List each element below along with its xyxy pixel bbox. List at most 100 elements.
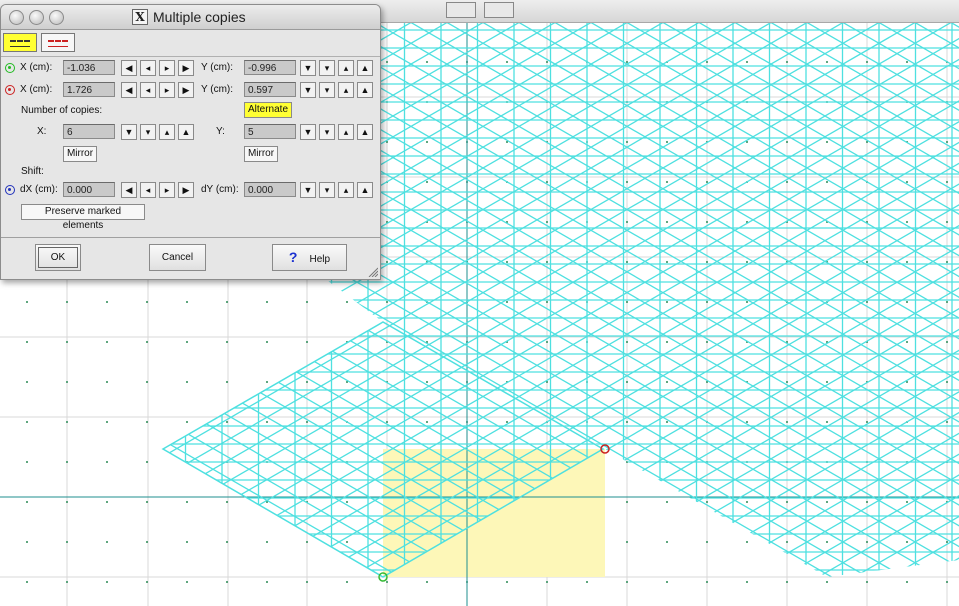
grid-dot [106,501,108,503]
p2-y-upbig-button[interactable]: ▲ [357,82,373,98]
grid-dot [866,541,868,543]
grid-dot [106,461,108,463]
mirror-y-toggle[interactable]: Mirror [244,146,278,162]
p1-x-field[interactable]: -1.036 [63,60,115,75]
p2-x-first-button[interactable]: ◀ [121,82,137,98]
p2-y-downbig-button[interactable]: ▼ [300,82,316,98]
dx-next-button[interactable]: ▸ [159,182,175,198]
grid-dot [386,581,388,583]
p1-x-first-button[interactable]: ◀ [121,60,137,76]
copies-y-down-button[interactable]: ▾ [319,124,335,140]
toolbar-button[interactable] [484,2,514,18]
grid-dot [186,421,188,423]
copies-x-down-button[interactable]: ▾ [140,124,156,140]
grid-dot [346,541,348,543]
dy-downbig-button[interactable]: ▼ [300,182,316,198]
pattern-line [660,0,959,606]
p1-y-up-button[interactable]: ▴ [338,60,354,76]
grid-dot [226,341,228,343]
copies-x-up-button[interactable]: ▴ [159,124,175,140]
grid-dot [506,261,508,263]
dy-down-button[interactable]: ▾ [319,182,335,198]
ok-button[interactable]: OK [35,244,81,271]
mode-copy-button[interactable] [3,33,37,52]
p2-y-down-button[interactable]: ▾ [319,82,335,98]
grid-dot [946,581,948,583]
p1-x-prev-button[interactable]: ◂ [140,60,156,76]
grid-dot [226,541,228,543]
dx-first-button[interactable]: ◀ [121,182,137,198]
copies-y-downbig-button[interactable]: ▼ [300,124,316,140]
grid-dot [746,541,748,543]
grid-dot [826,421,828,423]
dx-field[interactable]: 0.000 [63,182,115,197]
grid-dot [946,221,948,223]
grid-dot [506,301,508,303]
p2-x-prev-button[interactable]: ◂ [140,82,156,98]
grid-dot [746,261,748,263]
p1-y-upbig-button[interactable]: ▲ [357,60,373,76]
zoom-window-button[interactable] [49,10,64,25]
grid-dot [66,581,68,583]
grid-dot [66,301,68,303]
grid-dot [66,381,68,383]
dx-prev-button[interactable]: ◂ [140,182,156,198]
grid-dot [226,421,228,423]
grid-dot [146,381,148,383]
p2-x-last-button[interactable]: ▶ [178,82,194,98]
mode-copy-alt-button[interactable] [41,33,75,52]
p2-y-field[interactable]: 0.597 [244,82,296,97]
grid-dot [26,541,28,543]
grid-dot [626,301,628,303]
p1-y-field[interactable]: -0.996 [244,60,296,75]
toolbar-button[interactable] [446,2,476,18]
grid-dot [626,421,628,423]
close-window-button[interactable] [9,10,24,25]
dy-upbig-button[interactable]: ▲ [357,182,373,198]
minimize-window-button[interactable] [29,10,44,25]
alternate-toggle[interactable]: Alternate [244,102,292,118]
pattern-line [695,22,959,577]
grid-dot [186,581,188,583]
grid-dot [66,501,68,503]
p1-y-down-button[interactable]: ▾ [319,60,335,76]
resize-grip-icon[interactable] [368,267,378,277]
grid-dot [826,381,828,383]
p2-y-up-button[interactable]: ▴ [338,82,354,98]
grid-dot [106,421,108,423]
copies-y-up-button[interactable]: ▴ [338,124,354,140]
p2-x-field[interactable]: 1.726 [63,82,115,97]
copies-x-downbig-button[interactable]: ▼ [121,124,137,140]
grid-dot [66,461,68,463]
grid-dot [266,581,268,583]
p1-y-label: Y (cm): [201,62,234,73]
p1-y-downbig-button[interactable]: ▼ [300,60,316,76]
copies-y-upbig-button[interactable]: ▲ [357,124,373,140]
copies-x-field[interactable]: 6 [63,124,115,139]
p2-x-label: X (cm): [20,84,53,95]
dialog-titlebar[interactable]: X Multiple copies [1,5,380,30]
preserve-marked-toggle[interactable]: Preserve marked elements [21,204,145,231]
grid-dot [266,541,268,543]
dy-up-button[interactable]: ▴ [338,182,354,198]
cancel-button[interactable]: Cancel [149,244,206,271]
help-button[interactable]: ? Help [272,244,347,271]
grid-dot [746,501,748,503]
p2-x-next-button[interactable]: ▸ [159,82,175,98]
dx-last-button[interactable]: ▶ [178,182,194,198]
p1-x-next-button[interactable]: ▸ [159,60,175,76]
dy-field[interactable]: 0.000 [244,182,296,197]
grid-dot [906,301,908,303]
mirror-x-toggle[interactable]: Mirror [63,146,97,162]
shift-label: Shift: [21,166,44,177]
grid-dot [786,421,788,423]
copies-y-field[interactable]: 5 [244,124,296,139]
grid-dot [666,421,668,423]
copies-x-upbig-button[interactable]: ▲ [178,124,194,140]
p1-x-last-button[interactable]: ▶ [178,60,194,76]
pattern-line [803,22,959,577]
grid-dot [706,501,708,503]
grid-dot [26,581,28,583]
grid-dot [626,501,628,503]
grid-dot [666,381,668,383]
